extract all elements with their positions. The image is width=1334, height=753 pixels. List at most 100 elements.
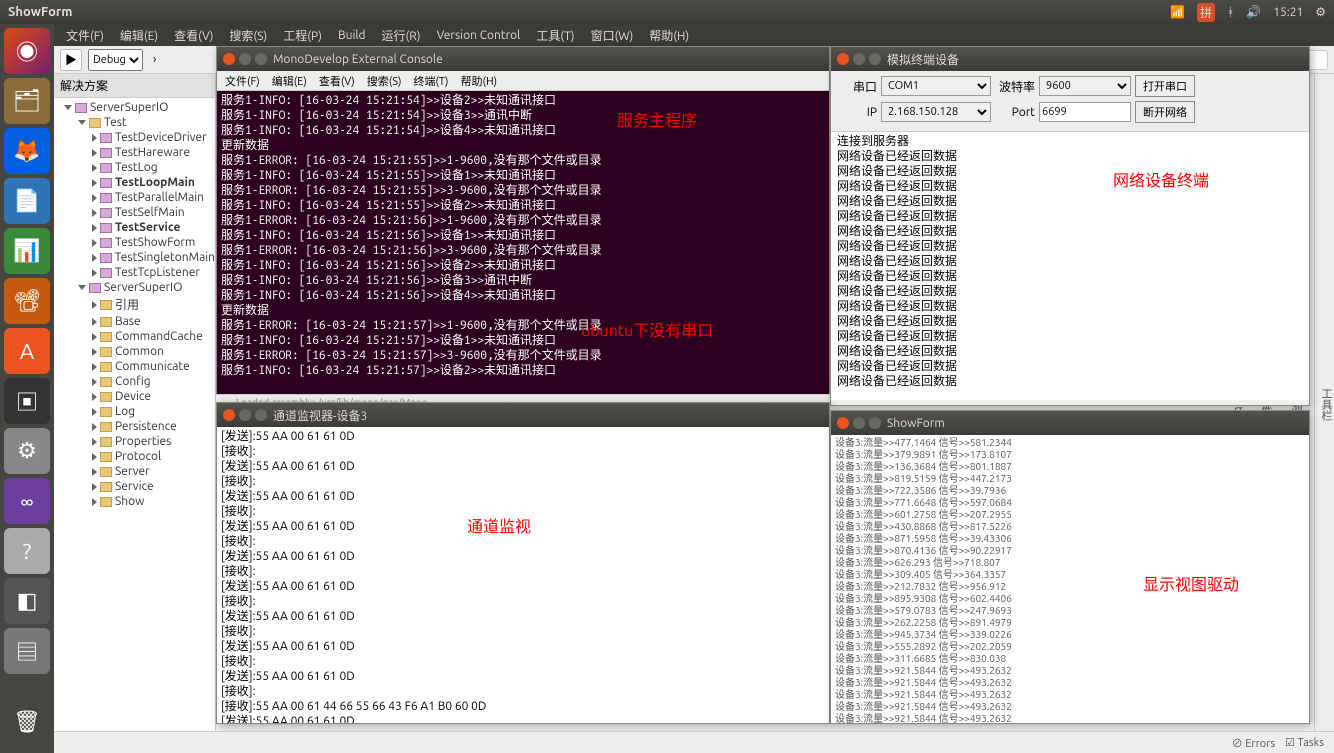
keyboard-icon[interactable]: 拼 [1197, 3, 1215, 22]
clock[interactable]: 15:21 [1273, 6, 1303, 19]
app-icon[interactable]: ◧ [4, 578, 50, 624]
monodevelop-icon[interactable]: ∞ [4, 478, 50, 524]
config-select[interactable]: Debug [88, 49, 143, 71]
minimize-icon[interactable] [239, 409, 251, 421]
ip-select[interactable]: 2.168.150.128 [881, 102, 991, 122]
files-icon[interactable]: 🗂 [4, 78, 50, 124]
console-titlebar[interactable]: MonoDevelop External Console [217, 47, 829, 71]
bluetooth-icon[interactable]: ᚼ [1227, 6, 1234, 19]
tree-item[interactable]: Protocol [54, 449, 215, 464]
menu-item[interactable]: 文件(F) [221, 71, 264, 91]
console-output[interactable]: 服务1-INFO: [16-03-24 15:21:54]>>设备2>>未知通讯… [217, 91, 829, 397]
tree-item[interactable]: TestDeviceDriver [54, 130, 215, 145]
tree-item[interactable]: TestSelfMain [54, 205, 215, 220]
close-icon[interactable] [223, 409, 235, 421]
menu-item[interactable]: 查看(V) [315, 71, 359, 91]
maximize-icon[interactable] [255, 53, 267, 65]
tree-item[interactable]: Properties [54, 434, 215, 449]
minimize-icon[interactable] [239, 53, 251, 65]
menu-item[interactable]: 查看(V) [168, 25, 219, 46]
chanmon-output[interactable]: [发送]:55 AA 00 61 61 0D[接收]:[发送]:55 AA 00… [217, 427, 829, 723]
chanmon-titlebar[interactable]: 通道监视器-设备3 [217, 403, 829, 427]
errors-tab[interactable]: ⊘ Errors [1232, 735, 1275, 751]
tree-item[interactable]: Common [54, 344, 215, 359]
run-button[interactable]: ▶ [60, 49, 82, 71]
menu-item[interactable]: 帮助(H) [643, 25, 695, 46]
tree-item[interactable]: 引用 [54, 295, 215, 314]
annotation-showform: 显示视图驱动 [1143, 571, 1239, 595]
tree-item[interactable]: Show [54, 494, 215, 509]
tool-tab[interactable]: 工具栏 [1318, 388, 1334, 421]
annotation-serial: ubuntu下没有串口 [581, 317, 713, 341]
solution-tree[interactable]: ServerSuperIOTestTestDeviceDriverTestHar… [54, 98, 215, 731]
open-serial-button[interactable]: 打开串口 [1135, 75, 1195, 97]
maximize-icon[interactable] [869, 53, 881, 65]
tree-item[interactable]: TestLoopMain [54, 175, 215, 190]
dash-icon[interactable]: ◉ [4, 28, 50, 74]
tree-item[interactable]: Log [54, 404, 215, 419]
minimize-icon[interactable] [853, 417, 865, 429]
menu-item[interactable]: 搜索(S) [223, 25, 273, 46]
tree-item[interactable]: ServerSuperIO [54, 100, 215, 115]
help-icon[interactable]: ? [4, 528, 50, 574]
network-icon[interactable]: 📶 [1170, 5, 1185, 19]
simulator-log[interactable]: 连接到服务器网络设备已经返回数据网络设备已经返回数据网络设备已经返回数据网络设备… [831, 132, 1309, 400]
tree-item[interactable]: Device [54, 389, 215, 404]
gear-icon[interactable]: ⚙ [1315, 5, 1326, 19]
baud-select[interactable]: 9600 [1039, 76, 1131, 96]
tree-item[interactable]: Communicate [54, 359, 215, 374]
minimize-icon[interactable] [853, 53, 865, 65]
menu-item[interactable]: 工具(T) [530, 25, 580, 46]
close-icon[interactable] [223, 53, 235, 65]
tree-item[interactable]: Service [54, 479, 215, 494]
tree-item[interactable]: Server [54, 464, 215, 479]
app2-icon[interactable]: ▤ [4, 628, 50, 674]
system-topbar: ShowForm 📶 拼 ᚼ 🔊 15:21 ⚙ [0, 0, 1334, 24]
menu-item[interactable]: 搜索(S) [363, 71, 406, 91]
menu-item[interactable]: 终端(T) [409, 71, 452, 91]
maximize-icon[interactable] [869, 417, 881, 429]
tree-item[interactable]: TestHareware [54, 145, 215, 160]
system-indicators[interactable]: 📶 拼 ᚼ 🔊 15:21 ⚙ [1170, 3, 1326, 22]
sound-icon[interactable]: 🔊 [1246, 5, 1261, 19]
maximize-icon[interactable] [255, 409, 267, 421]
menu-item[interactable]: 运行(R) [376, 25, 427, 46]
close-icon[interactable] [837, 53, 849, 65]
tree-item[interactable]: ServerSuperIO [54, 280, 215, 295]
writer-icon[interactable]: 📄 [4, 178, 50, 224]
disconnect-button[interactable]: 断开网络 [1135, 101, 1195, 123]
menu-item[interactable]: 编辑(E) [268, 71, 311, 91]
tree-item[interactable]: TestParallelMain [54, 190, 215, 205]
port-input[interactable] [1039, 102, 1131, 122]
menu-item[interactable]: 工程(P) [277, 25, 328, 46]
tree-item[interactable]: TestTcpListener [54, 265, 215, 280]
trash-icon[interactable]: 🗑 [4, 699, 50, 745]
menu-item[interactable]: 窗口(W) [585, 25, 640, 46]
tree-item[interactable]: TestShowForm [54, 235, 215, 250]
tree-item[interactable]: Config [54, 374, 215, 389]
impress-icon[interactable]: 📽 [4, 278, 50, 324]
tree-item[interactable]: TestSingletonMain [54, 250, 215, 265]
menu-item[interactable]: Version Control [431, 27, 527, 44]
serial-select[interactable]: COM1 [881, 76, 991, 96]
tree-item[interactable]: Persistence [54, 419, 215, 434]
calc-icon[interactable]: 📊 [4, 228, 50, 274]
menu-item[interactable]: 文件(F) [60, 25, 110, 46]
software-icon[interactable]: A [4, 328, 50, 374]
tree-item[interactable]: TestLog [54, 160, 215, 175]
firefox-icon[interactable]: 🦊 [4, 128, 50, 174]
showform-titlebar[interactable]: ShowForm [831, 411, 1309, 435]
tasks-tab[interactable]: ☑ Tasks [1285, 736, 1324, 749]
close-icon[interactable] [837, 417, 849, 429]
arrow-icon: › [153, 53, 156, 66]
tree-item[interactable]: Test [54, 115, 215, 130]
menu-item[interactable]: Build [332, 27, 372, 44]
settings-icon[interactable]: ⚙ [4, 428, 50, 474]
terminal-icon[interactable]: ▣ [4, 378, 50, 424]
tree-item[interactable]: CommandCache [54, 329, 215, 344]
simulator-titlebar[interactable]: 模拟终端设备 [831, 47, 1309, 71]
tree-item[interactable]: TestService [54, 220, 215, 235]
tree-item[interactable]: Base [54, 314, 215, 329]
menu-item[interactable]: 帮助(H) [457, 71, 502, 91]
menu-item[interactable]: 编辑(E) [114, 25, 164, 46]
